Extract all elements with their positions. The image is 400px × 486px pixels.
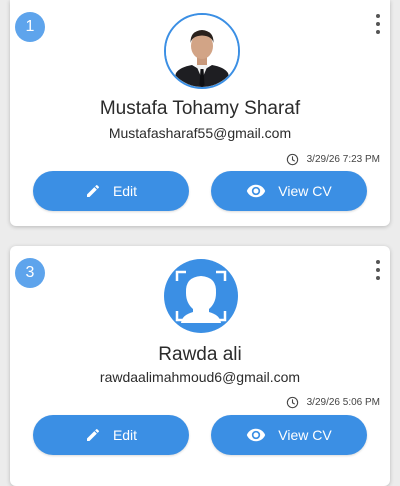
pencil-icon — [86, 428, 99, 441]
more-vert-icon[interactable] — [374, 14, 382, 34]
candidate-name: Mustafa Tohamy Sharaf — [99, 98, 301, 119]
default-person-icon — [175, 270, 227, 323]
clock-icon — [286, 153, 298, 165]
profile-photo — [166, 15, 238, 87]
card-number-badge: 1 — [15, 12, 45, 42]
card-number-badge: 3 — [15, 258, 45, 288]
candidate-card: 1 Mustafa Tohamy Sharaf Mustafasharaf55@… — [10, 0, 390, 226]
view-cv-label: View CV — [278, 427, 332, 443]
eye-icon — [247, 184, 266, 198]
avatar — [164, 259, 238, 333]
candidate-name: Rawda ali — [158, 344, 242, 365]
timestamp: 3/29/26 5:06 PM — [286, 394, 380, 410]
candidate-email: rawdaalimahmoud6@gmail.com — [99, 369, 301, 385]
timestamp-text: 3/29/26 5:06 PM — [306, 396, 380, 408]
avatar — [164, 13, 240, 89]
edit-label: Edit — [112, 183, 138, 199]
view-cv-button[interactable]: View CV — [211, 415, 367, 455]
edit-label: Edit — [112, 427, 138, 443]
timestamp: 3/29/26 7:23 PM — [286, 151, 380, 167]
candidate-email: Mustafasharaf55@gmail.com — [108, 125, 292, 141]
edit-button[interactable]: Edit — [33, 415, 189, 455]
pencil-icon — [86, 184, 99, 197]
candidate-card: 3 Rawda ali rawdaalimahmoud6@gmail.com 3… — [10, 246, 390, 486]
more-vert-icon[interactable] — [374, 260, 382, 280]
eye-icon — [247, 428, 266, 442]
view-cv-button[interactable]: View CV — [211, 171, 367, 211]
view-cv-label: View CV — [278, 183, 332, 199]
timestamp-text: 3/29/26 7:23 PM — [306, 153, 380, 165]
clock-icon — [286, 396, 298, 408]
edit-button[interactable]: Edit — [33, 171, 189, 211]
